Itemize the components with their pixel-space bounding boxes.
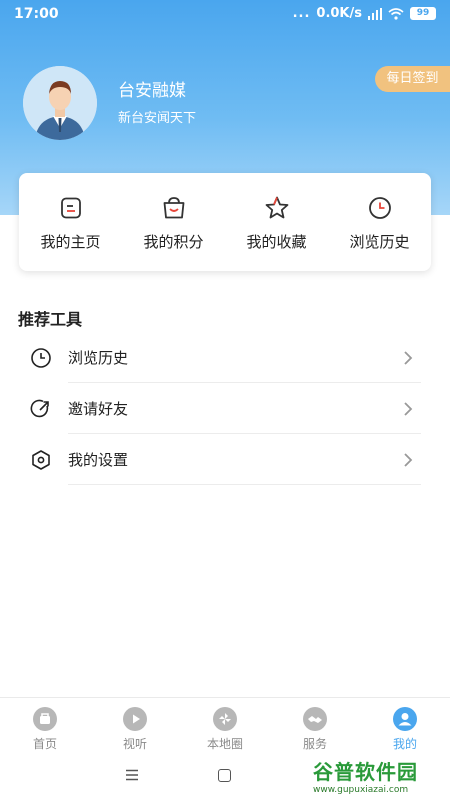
daily-checkin-button[interactable]: 每日签到 [375, 66, 450, 92]
tool-row-history[interactable]: 浏览历史 [30, 332, 421, 383]
user-icon [393, 707, 417, 731]
tab-services[interactable]: 服务 [270, 698, 360, 752]
tab-label: 视听 [122, 737, 147, 751]
chevron-right-icon [404, 351, 413, 365]
tab-home[interactable]: 首页 [0, 698, 90, 752]
quick-action-label: 浏览历史 [349, 233, 410, 251]
chevron-right-icon [404, 453, 413, 467]
settings-hexagon-icon [32, 449, 50, 470]
share-arrow-icon [30, 399, 49, 417]
play-icon [123, 707, 147, 731]
tool-list: 浏览历史 邀请好友 我的设置 [30, 332, 421, 485]
points-bag-icon [163, 197, 184, 219]
tool-label: 我的设置 [68, 451, 129, 469]
user-avatar-illustration [23, 66, 97, 140]
homepage-icon [60, 197, 81, 219]
status-dots: ... [292, 6, 311, 21]
tab-label: 首页 [32, 737, 57, 751]
quick-action-points[interactable]: 我的积分 [122, 173, 225, 271]
signal-icon [368, 7, 382, 20]
tab-local[interactable]: 本地圈 [180, 698, 270, 752]
home-icon [33, 707, 57, 731]
star-icon [265, 196, 288, 219]
wifi-icon [388, 7, 404, 20]
quick-action-label: 我的收藏 [246, 233, 307, 251]
tool-label: 浏览历史 [68, 349, 129, 367]
username[interactable]: 台安融媒 [118, 76, 186, 101]
watermark-name: 谷普软件园 [313, 760, 418, 784]
clock-icon [368, 197, 391, 219]
battery-icon: 99 [410, 7, 436, 20]
divider [68, 484, 421, 485]
user-subtitle: 新台安闻天下 [118, 111, 197, 126]
pinwheel-icon [213, 707, 237, 731]
tab-label: 我的 [392, 737, 417, 751]
tool-row-invite[interactable]: 邀请好友 [30, 383, 421, 434]
quick-action-label: 我的主页 [40, 233, 101, 251]
bottom-tab-bar: 首页 视听 本地圈 服务 我的 [0, 697, 450, 752]
home-button-icon[interactable] [218, 769, 231, 782]
status-right: ... 0.0K/s 99 [293, 6, 436, 21]
avatar[interactable] [23, 66, 97, 140]
quick-actions-card: 我的主页 我的积分 我的收藏 浏览历史 [19, 173, 431, 271]
menu-icon[interactable] [126, 769, 138, 781]
quick-action-label: 我的积分 [143, 233, 204, 251]
handshake-icon [303, 707, 327, 731]
quick-action-favorites[interactable]: 我的收藏 [225, 173, 328, 271]
tab-label: 本地圈 [206, 737, 243, 751]
tool-row-settings[interactable]: 我的设置 [30, 434, 421, 485]
tab-mine[interactable]: 我的 [360, 698, 450, 752]
chevron-right-icon [404, 402, 413, 416]
quick-action-history[interactable]: 浏览历史 [328, 173, 431, 271]
tab-media[interactable]: 视听 [90, 698, 180, 752]
tool-label: 邀请好友 [68, 400, 129, 418]
tab-label: 服务 [302, 737, 327, 751]
status-bar: 17:00 ... 0.0K/s 99 [0, 0, 450, 30]
network-speed: 0.0K/s [316, 6, 362, 21]
watermark-url: www.gupuxiazai.com [313, 785, 409, 795]
quick-action-homepage[interactable]: 我的主页 [19, 173, 122, 271]
clock-icon [31, 347, 51, 368]
watermark-logo: 谷普软件园 www.gupuxiazai.com [313, 756, 448, 798]
status-time: 17:00 [14, 6, 59, 22]
section-title-tools: 推荐工具 [18, 310, 83, 329]
